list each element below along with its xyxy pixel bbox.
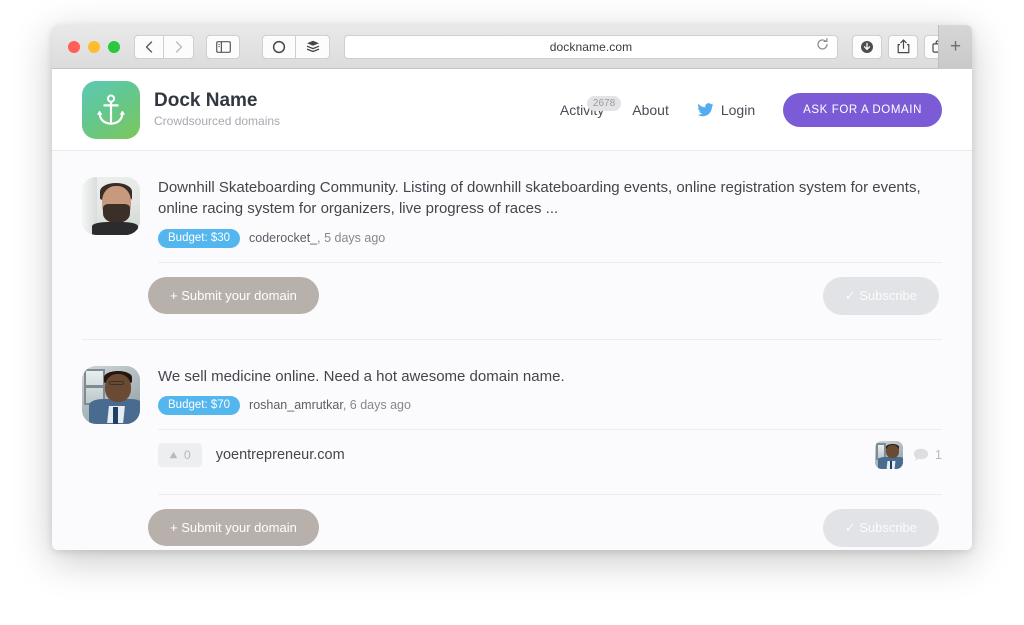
vote-count: 0	[184, 447, 191, 462]
domain-submitter-avatar[interactable]	[875, 440, 904, 469]
site-title: Dock Name	[154, 89, 258, 111]
post-author[interactable]: coderocket_	[249, 231, 317, 245]
site-tagline: Crowdsourced domains	[154, 114, 281, 129]
downloads-button[interactable]	[852, 34, 882, 59]
window-controls	[68, 40, 120, 53]
activity-count-badge: 2678	[586, 95, 622, 111]
circle-icon	[272, 40, 286, 53]
avatar-image	[82, 365, 140, 424]
comment-count: 1	[935, 447, 942, 462]
domain-name-link[interactable]: yoentrepreneur.com	[216, 447, 861, 463]
url-text: dockname.com	[549, 39, 633, 54]
post-byline: roshan_amrutkar, 6 days ago	[249, 398, 411, 412]
address-bar[interactable]: dockname.com	[344, 34, 838, 59]
post-byline: coderocket_, 5 days ago	[249, 231, 385, 245]
browser-toolbar: dockname.com +	[52, 25, 972, 69]
twitter-icon	[697, 102, 714, 116]
avatar-image	[875, 440, 904, 469]
share-icon	[897, 39, 909, 54]
post-body: Downhill Skateboarding Community. Listin…	[158, 177, 942, 263]
post-actions: + Submit your domain ✓ Subscribe	[82, 495, 942, 550]
post-timestamp: , 5 days ago	[317, 231, 386, 246]
privacy-report-button[interactable]	[262, 34, 296, 59]
post-description[interactable]: Downhill Skateboarding Community. Listin…	[158, 177, 942, 220]
page-content: Dock Name Crowdsourced domains Activity …	[52, 69, 972, 550]
comment-icon	[913, 448, 929, 461]
new-tab-button[interactable]: +	[938, 25, 972, 69]
nav-item-login[interactable]: Login	[697, 102, 755, 118]
comment-count-indicator[interactable]: 1	[913, 448, 942, 462]
budget-badge: Budget: $30	[158, 228, 241, 248]
reload-icon	[817, 37, 828, 50]
nav-login-label: Login	[720, 101, 756, 118]
post-item: We sell medicine online. Need a hot awes…	[82, 340, 942, 550]
chevron-left-icon	[145, 40, 153, 53]
post-description[interactable]: We sell medicine online. Need a hot awes…	[158, 366, 942, 387]
back-button[interactable]	[134, 34, 164, 59]
main-nav: Activity 2678 About Login ASK FOR A DOMA…	[560, 92, 942, 127]
sidebar-icon	[215, 40, 231, 53]
avatar[interactable]	[82, 177, 140, 235]
post-timestamp: , 6 days ago	[342, 398, 411, 413]
share-button[interactable]	[888, 34, 918, 59]
maximize-window-button[interactable]	[108, 40, 120, 53]
anchor-icon	[96, 94, 126, 125]
download-icon	[861, 40, 873, 53]
ask-for-a-domain-button[interactable]: ASK FOR A DOMAIN	[783, 92, 942, 127]
post-meta: Budget: $70 roshan_amrutkar, 6 days ago	[158, 395, 942, 415]
layers-icon	[306, 40, 319, 53]
post-main: We sell medicine online. Need a hot awes…	[82, 365, 942, 495]
upvote-button[interactable]: 0	[158, 442, 202, 467]
post-actions: + Submit your domain ✓ Subscribe	[82, 263, 942, 339]
domain-row-actions: 1	[875, 440, 942, 469]
reader-view-button[interactable]	[296, 34, 330, 59]
site-logo[interactable]	[82, 80, 140, 139]
post-author[interactable]: roshan_amrutkar	[249, 398, 343, 412]
post-feed: Downhill Skateboarding Community. Listin…	[52, 151, 972, 550]
brand[interactable]: Dock Name Crowdsourced domains	[82, 80, 281, 139]
post-main: Downhill Skateboarding Community. Listin…	[82, 177, 942, 263]
chevron-right-icon	[175, 40, 182, 53]
show-sidebar-button[interactable]	[206, 34, 240, 59]
content-blocker-group	[262, 34, 330, 59]
forward-button[interactable]	[164, 34, 194, 59]
post-body: We sell medicine online. Need a hot awes…	[158, 366, 942, 495]
submit-your-domain-button[interactable]: + Submit your domain	[148, 509, 319, 547]
avatar-image	[82, 177, 140, 235]
post-item: Downhill Skateboarding Community. Listin…	[82, 151, 942, 340]
domain-row-divider	[158, 493, 942, 495]
subscribe-button[interactable]: ✓ Subscribe	[822, 276, 939, 315]
nav-item-activity[interactable]: Activity 2678	[560, 95, 622, 118]
submit-your-domain-button[interactable]: + Submit your domain	[148, 277, 319, 315]
post-meta: Budget: $30 coderocket_, 5 days ago	[158, 228, 942, 248]
minimize-window-button[interactable]	[88, 40, 100, 53]
close-window-button[interactable]	[68, 40, 80, 53]
navigation-buttons	[134, 34, 194, 59]
domain-suggestion-row: 0 yoentrepreneur.com 1	[158, 430, 942, 480]
brand-text: Dock Name Crowdsourced domains	[154, 89, 281, 129]
site-header: Dock Name Crowdsourced domains Activity …	[52, 69, 972, 151]
subscribe-button[interactable]: ✓ Subscribe	[822, 508, 939, 547]
reload-button[interactable]	[816, 37, 829, 56]
budget-badge: Budget: $70	[158, 395, 241, 415]
browser-window: dockname.com + Dock Name Crowdsourced do…	[52, 25, 972, 550]
avatar[interactable]	[82, 365, 140, 424]
post-divider	[158, 261, 942, 263]
nav-item-about[interactable]: About	[632, 102, 669, 118]
upvote-icon	[169, 451, 178, 459]
